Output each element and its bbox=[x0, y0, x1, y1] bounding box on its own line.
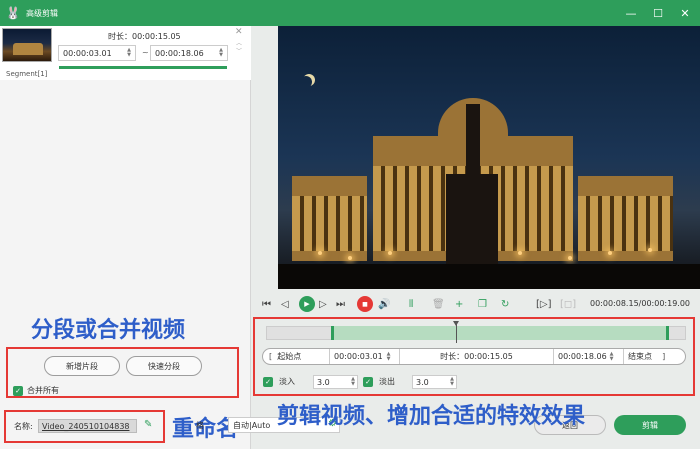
merge-all-label: 合并所有 bbox=[27, 386, 59, 395]
mark-out-icon[interactable]: [◻] bbox=[560, 297, 576, 311]
segment-label: Segment[1] bbox=[6, 70, 48, 78]
trim-row: [ 起始点 00:00:03.01 ▲ ▼ 时长：00:00:15.05 00:0… bbox=[262, 348, 686, 365]
end-point-label: 结束点 bbox=[628, 352, 652, 361]
start-point-button[interactable]: [ 起始点 bbox=[269, 349, 301, 364]
audio-select-value: 自动|Auto bbox=[233, 420, 271, 430]
merge-all-checkbox[interactable]: ✓ bbox=[13, 385, 23, 396]
segment-end-value: 00:00:18.06 bbox=[155, 48, 204, 58]
segment-progress-bar bbox=[59, 66, 227, 69]
delete-icon[interactable]: 🗑 bbox=[432, 297, 445, 311]
mark-in-icon[interactable]: [▷] bbox=[536, 297, 552, 311]
undo-icon[interactable]: ↻ bbox=[501, 297, 509, 311]
merge-all-option[interactable]: ✓ 合并所有 bbox=[13, 385, 59, 396]
go-to-end-icon[interactable]: ⏭ bbox=[336, 297, 345, 311]
fade-out-label: 淡出 bbox=[379, 377, 395, 386]
title-bar: 🐰 高级剪辑 — ☐ ✕ bbox=[0, 0, 700, 26]
trim-duration: 时长：00:00:15.05 bbox=[399, 349, 549, 364]
video-preview bbox=[278, 26, 700, 289]
spinner-icon[interactable]: ▲ ▼ bbox=[387, 351, 391, 362]
playhead[interactable] bbox=[453, 321, 459, 343]
quick-split-button[interactable]: 快速分段 bbox=[126, 356, 202, 376]
go-to-start-icon[interactable]: ⏮ bbox=[262, 297, 271, 311]
trim-start-value: 00:00:03.01 bbox=[334, 352, 383, 361]
new-segment-button[interactable]: 新增片段 bbox=[44, 356, 120, 376]
previous-frame-icon[interactable]: ◁ bbox=[281, 297, 289, 311]
spinner-icon[interactable]: ▲ ▼ bbox=[127, 48, 131, 58]
trim-start-input[interactable]: 00:00:03.01 ▲ ▼ bbox=[329, 349, 399, 364]
trim-end-value: 00:00:18.06 bbox=[558, 352, 607, 361]
fade-out-input[interactable]: 3.0 ▲ ▼ bbox=[412, 375, 457, 389]
segment-start-input[interactable]: 00:00:03.01 ▲ ▼ bbox=[58, 45, 136, 61]
play-button[interactable]: ▶ bbox=[299, 296, 315, 312]
time-readout: 00:00:08.15/00:00:19.00 bbox=[590, 299, 690, 308]
pencil-icon[interactable]: ✎ bbox=[144, 419, 152, 430]
annotation-trim-effects: 剪辑视频、增加合适的特效效果 bbox=[277, 404, 586, 429]
segment-end-input[interactable]: 00:00:18.06 ▲ ▼ bbox=[150, 45, 228, 61]
fade-in-input[interactable]: 3.0 ▲ ▼ bbox=[313, 375, 358, 389]
maximize-icon[interactable]: ☐ bbox=[647, 0, 669, 26]
start-point-label: 起始点 bbox=[277, 352, 302, 361]
fade-out-checkbox[interactable]: ✓ bbox=[363, 376, 373, 387]
fade-out-option[interactable]: ✓ 淡出 bbox=[363, 376, 395, 387]
close-icon[interactable]: ✕ bbox=[674, 0, 696, 26]
name-label: 名称: bbox=[14, 422, 33, 431]
trim-end-input[interactable]: 00:00:18.06 ▲ ▼ bbox=[553, 349, 621, 364]
moon-icon bbox=[300, 76, 312, 88]
time-separator: ~ bbox=[142, 48, 149, 57]
segment-item[interactable]: 时长：00:00:15.05 00:00:03.01 ▲ ▼ ~ 00:00:18… bbox=[0, 26, 251, 80]
fade-in-label: 淡入 bbox=[279, 377, 295, 386]
audio-label-partial: 格 bbox=[196, 421, 204, 430]
add-icon[interactable]: + bbox=[455, 297, 463, 311]
spinner-icon[interactable]: ▲ ▼ bbox=[219, 48, 223, 58]
trim-button[interactable]: 剪辑 bbox=[614, 415, 686, 435]
fade-in-option[interactable]: ✓ 淡入 bbox=[263, 376, 295, 387]
segment-thumbnail bbox=[2, 28, 52, 62]
timeline-selection[interactable] bbox=[331, 326, 669, 340]
split-icon[interactable]: ⫴ bbox=[409, 297, 413, 311]
next-frame-icon[interactable]: ▷ bbox=[319, 297, 327, 311]
segment-start-value: 00:00:03.01 bbox=[63, 48, 112, 58]
fade-in-value: 3.0 bbox=[317, 377, 330, 387]
annotation-split-merge: 分段或合并视频 bbox=[31, 318, 186, 343]
spinner-icon[interactable]: ▲ ▼ bbox=[351, 377, 355, 387]
minimize-icon[interactable]: — bbox=[620, 0, 642, 26]
end-point-button[interactable]: 结束点 ] bbox=[623, 349, 685, 364]
fade-in-checkbox[interactable]: ✓ bbox=[263, 376, 273, 387]
volume-icon[interactable]: 🔊 bbox=[378, 297, 390, 311]
copy-icon[interactable]: ❐ bbox=[478, 297, 487, 311]
app-logo-icon: 🐰 bbox=[5, 6, 21, 20]
spinner-icon[interactable]: ▲ ▼ bbox=[610, 351, 614, 362]
fade-out-value: 3.0 bbox=[416, 377, 429, 387]
window-title: 高级剪辑 bbox=[26, 8, 58, 18]
reorder-icon[interactable]: ︿ ﹀ bbox=[236, 40, 242, 56]
segment-duration: 时长：00:00:15.05 bbox=[108, 32, 181, 41]
stop-button[interactable]: ■ bbox=[357, 296, 373, 312]
spinner-icon[interactable]: ▲ ▼ bbox=[450, 377, 454, 387]
remove-segment-icon[interactable]: ✕ bbox=[235, 27, 243, 37]
name-input[interactable]: Video_240510104838 bbox=[38, 419, 137, 433]
